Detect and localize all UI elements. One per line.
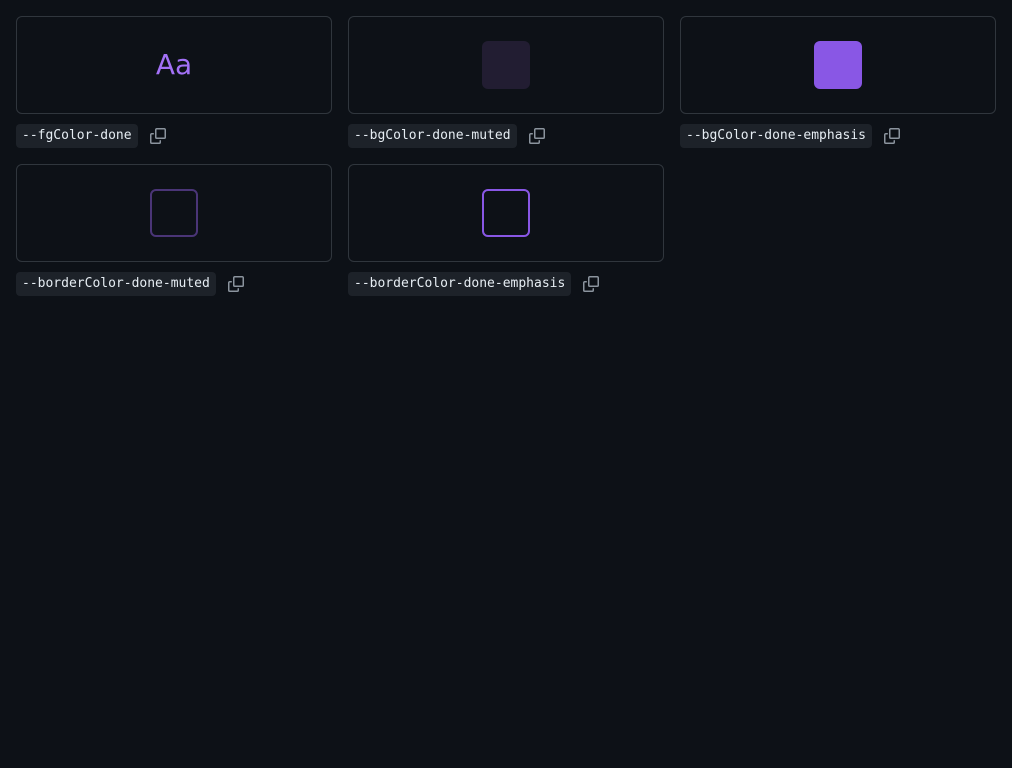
token-bgcolor-done-muted: --bgColor-done-muted — [348, 16, 664, 148]
copy-button[interactable] — [882, 126, 902, 146]
text-sample: Aa — [155, 48, 193, 81]
token-name: --fgColor-done — [16, 124, 138, 148]
token-fgcolor-done: Aa --fgColor-done — [16, 16, 332, 148]
copy-icon — [583, 276, 600, 292]
copy-icon — [884, 128, 901, 144]
token-label-row: --bgColor-done-emphasis — [680, 124, 996, 148]
token-name: --borderColor-done-muted — [16, 272, 216, 296]
token-label-row: --bgColor-done-muted — [348, 124, 664, 148]
copy-icon — [227, 276, 244, 292]
color-swatch — [814, 41, 862, 89]
token-preview — [680, 16, 996, 114]
copy-button[interactable] — [148, 126, 168, 146]
token-name: --bgColor-done-muted — [348, 124, 517, 148]
copy-button[interactable] — [226, 274, 246, 294]
token-name: --bgColor-done-emphasis — [680, 124, 873, 148]
token-label-row: --borderColor-done-muted — [16, 272, 332, 296]
token-preview: Aa — [16, 16, 332, 114]
token-preview — [16, 164, 332, 262]
token-bordercolor-done-emphasis: --borderColor-done-emphasis — [348, 164, 664, 296]
copy-button[interactable] — [581, 274, 601, 294]
copy-icon — [528, 128, 545, 144]
token-bgcolor-done-emphasis: --bgColor-done-emphasis — [680, 16, 996, 148]
token-label-row: --borderColor-done-emphasis — [348, 272, 664, 296]
token-preview — [348, 16, 664, 114]
token-bordercolor-done-muted: --borderColor-done-muted — [16, 164, 332, 296]
color-token-grid: Aa --fgColor-done --bgColor-done-muted -… — [16, 16, 996, 296]
copy-button[interactable] — [527, 126, 547, 146]
token-name: --borderColor-done-emphasis — [348, 272, 572, 296]
copy-icon — [149, 128, 166, 144]
border-swatch — [482, 189, 530, 237]
token-preview — [348, 164, 664, 262]
border-swatch — [150, 189, 198, 237]
color-swatch — [482, 41, 530, 89]
token-label-row: --fgColor-done — [16, 124, 332, 148]
